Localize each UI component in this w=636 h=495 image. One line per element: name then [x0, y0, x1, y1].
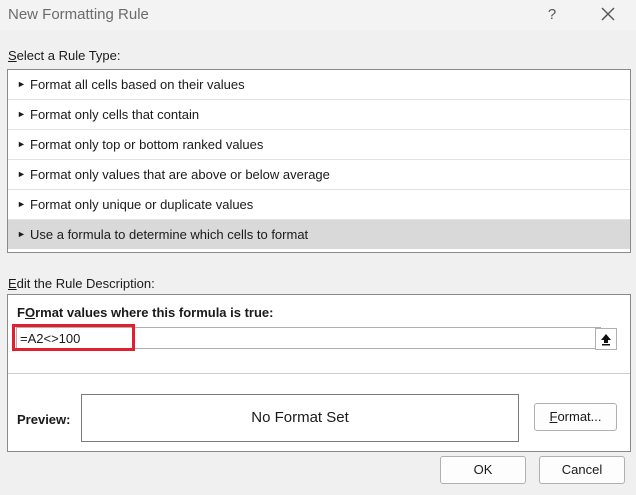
rule-type-label-access-key: S	[8, 48, 17, 63]
rule-type-item-unique-duplicate[interactable]: ► Format only unique or duplicate values	[8, 190, 630, 220]
rule-type-item-label: Format only top or bottom ranked values	[30, 137, 264, 152]
upload-arrow-icon	[601, 334, 611, 346]
rule-type-item-label: Format all cells based on their values	[30, 77, 245, 92]
arrow-bullet-icon: ►	[17, 169, 26, 179]
rule-description-panel: FOrmat values where this formula is true…	[7, 294, 631, 452]
close-button[interactable]	[596, 4, 620, 26]
rule-type-list[interactable]: ► Format all cells based on their values …	[7, 69, 631, 253]
formula-label: FOrmat values where this formula is true…	[17, 305, 273, 320]
formula-label-prefix: F	[17, 305, 25, 320]
rule-type-item-cells-contain[interactable]: ► Format only cells that contain	[8, 100, 630, 130]
divider	[8, 373, 630, 374]
arrow-bullet-icon: ►	[17, 229, 26, 239]
rule-type-item-above-below-average[interactable]: ► Format only values that are above or be…	[8, 160, 630, 190]
arrow-bullet-icon: ►	[17, 79, 26, 89]
rule-type-label: Select a Rule Type:	[8, 48, 121, 63]
rule-type-label-text: elect a Rule Type:	[16, 48, 121, 63]
format-button[interactable]: Format...	[534, 403, 617, 431]
formula-input[interactable]: =A2<>100	[16, 327, 601, 349]
arrow-bullet-icon: ►	[17, 199, 26, 209]
rule-type-item-label: Format only cells that contain	[30, 107, 200, 122]
rule-type-item-label: Format only values that are above or bel…	[30, 167, 330, 182]
rule-description-label: Edit the Rule Description:	[8, 276, 155, 291]
rule-type-item-label: Use a formula to determine which cells t…	[30, 227, 309, 242]
ok-button[interactable]: OK	[440, 456, 526, 484]
window-title: New Formatting Rule	[8, 6, 149, 23]
preview-label: Preview:	[17, 412, 71, 427]
arrow-bullet-icon: ►	[17, 109, 26, 119]
rule-type-item-all-cells[interactable]: ► Format all cells based on their values	[8, 70, 630, 100]
rule-description-label-text: dit the Rule Description:	[16, 276, 155, 291]
preview-box: No Format Set	[81, 394, 519, 442]
collapse-dialog-button[interactable]	[595, 328, 617, 350]
rule-type-item-top-bottom[interactable]: ► Format only top or bottom ranked values	[8, 130, 630, 160]
rule-type-item-label: Format only unique or duplicate values	[30, 197, 254, 212]
cancel-button[interactable]: Cancel	[539, 456, 625, 484]
rule-type-item-use-formula[interactable]: ► Use a formula to determine which cells …	[8, 220, 630, 249]
help-button[interactable]: ?	[540, 4, 564, 26]
arrow-bullet-icon: ►	[17, 139, 26, 149]
formula-label-access-key: O	[24, 305, 36, 320]
close-icon	[601, 7, 615, 21]
format-button-label: ormat...	[557, 409, 602, 424]
title-bar: New Formatting Rule ?	[0, 0, 636, 30]
formula-label-text: rmat values where this formula is true:	[35, 305, 274, 320]
rule-description-access-key: E	[8, 276, 17, 291]
